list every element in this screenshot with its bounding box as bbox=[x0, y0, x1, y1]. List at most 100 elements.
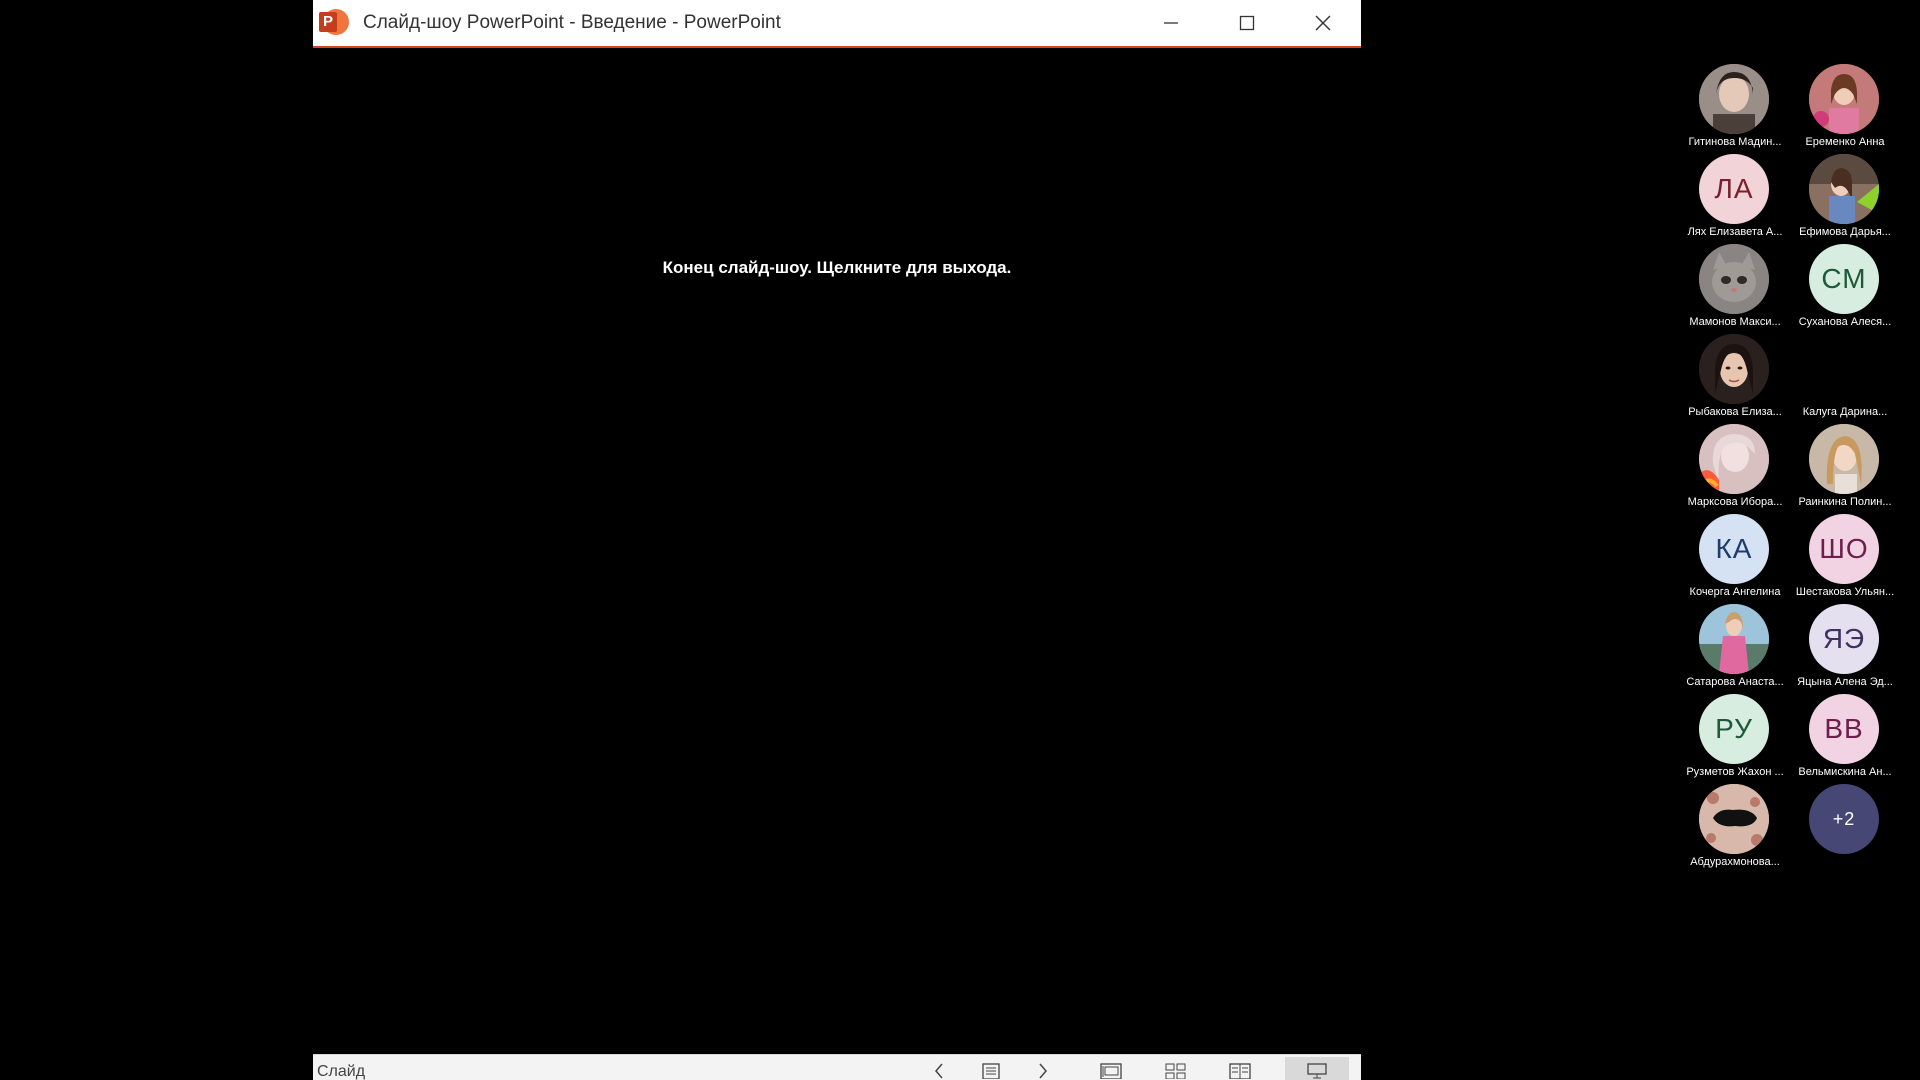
avatar-initials: РУ bbox=[1699, 694, 1769, 764]
participant-name: Кочерга Ангелина bbox=[1689, 586, 1781, 598]
avatar-initials: ЛА bbox=[1699, 154, 1769, 224]
participant-name: Рыбакова Елиза... bbox=[1688, 406, 1782, 418]
participant-name: Шестакова Ульян... bbox=[1795, 586, 1895, 598]
avatar-initials: СМ bbox=[1809, 244, 1879, 314]
participant-tile[interactable]: Рыбакова Елиза... bbox=[1680, 328, 1790, 428]
powerpoint-window: P Слайд-шоу PowerPoint - Введение - Powe… bbox=[313, 0, 1361, 1080]
slide-sorter-button[interactable] bbox=[1156, 1057, 1196, 1080]
more-participants-tile[interactable]: +2 bbox=[1790, 778, 1900, 878]
avatar-initials-text: КА bbox=[1715, 533, 1753, 564]
window-controls bbox=[1133, 0, 1361, 46]
avatar-photo bbox=[1699, 424, 1769, 494]
participant-tile[interactable]: Еременко Анна bbox=[1790, 58, 1900, 158]
participant-tile[interactable]: КА Кочерга Ангелина bbox=[1680, 508, 1790, 608]
minimize-icon bbox=[1164, 22, 1178, 24]
avatar-initials: ЯЭ bbox=[1809, 604, 1879, 674]
reading-view-button[interactable] bbox=[1220, 1057, 1260, 1080]
avatar bbox=[1809, 154, 1879, 224]
participant-name: Гитинова Мадин... bbox=[1688, 136, 1782, 148]
avatar bbox=[1699, 334, 1769, 404]
participant-tile[interactable]: РУ Рузметов Жахон ... bbox=[1680, 688, 1790, 788]
avatar-photo bbox=[1699, 784, 1769, 854]
participant-tile[interactable]: Сатарова Анаста... bbox=[1680, 598, 1790, 698]
status-bar: Слайд bbox=[313, 1054, 1361, 1080]
participant-tile[interactable]: ШО Шестакова Ульян... bbox=[1790, 508, 1900, 608]
participant-name: Мамонов Макси... bbox=[1689, 316, 1781, 328]
previous-slide-button[interactable] bbox=[919, 1057, 959, 1080]
close-icon bbox=[1315, 15, 1331, 31]
participant-name: Яцына Алена Эд... bbox=[1797, 676, 1893, 688]
avatar bbox=[1699, 604, 1769, 674]
avatar bbox=[1699, 244, 1769, 314]
status-slide-label: Слайд bbox=[317, 1063, 366, 1080]
window-title: Слайд-шоу PowerPoint - Введение - PowerP… bbox=[363, 12, 781, 33]
avatar-initials: КА bbox=[1699, 514, 1769, 584]
avatar-initials-text: РУ bbox=[1715, 713, 1753, 744]
reading-view-icon bbox=[1229, 1063, 1251, 1079]
avatar bbox=[1809, 64, 1879, 134]
avatar-photo bbox=[1699, 244, 1769, 314]
participant-tile[interactable]: Гитинова Мадин... bbox=[1680, 58, 1790, 158]
participant-tile[interactable]: ЯЭ Яцына Алена Эд... bbox=[1790, 598, 1900, 698]
chevron-right-icon bbox=[1039, 1063, 1047, 1079]
notes-icon bbox=[982, 1063, 1000, 1079]
participant-name: Сатарова Анаста... bbox=[1686, 676, 1784, 688]
avatar-empty bbox=[1809, 334, 1879, 404]
participant-name: Абдурахмонова... bbox=[1690, 856, 1780, 868]
participant-name: Вельмискина Ан... bbox=[1798, 766, 1892, 778]
participant-name: Еременко Анна bbox=[1805, 136, 1885, 148]
normal-view-button[interactable] bbox=[1091, 1057, 1131, 1080]
participant-tile[interactable]: ЛА Лях Елизавета А... bbox=[1680, 148, 1790, 248]
end-of-slideshow-message: Конец слайд-шоу. Щелкните для выхода. bbox=[662, 258, 1012, 277]
participant-name: Лях Елизавета А... bbox=[1687, 226, 1783, 238]
participant-name: Раинкина Полин... bbox=[1798, 496, 1892, 508]
more-participants-avatar[interactable]: +2 bbox=[1809, 784, 1879, 854]
normal-view-icon bbox=[1100, 1063, 1122, 1079]
avatar bbox=[1809, 424, 1879, 494]
avatar-initials: ВВ bbox=[1809, 694, 1879, 764]
avatar-initials-text: СМ bbox=[1821, 263, 1867, 294]
next-slide-button[interactable] bbox=[1023, 1057, 1063, 1080]
avatar-photo bbox=[1699, 64, 1769, 134]
participant-tile[interactable]: Раинкина Полин... bbox=[1790, 418, 1900, 518]
slideshow-view-button[interactable] bbox=[1285, 1057, 1349, 1080]
slideshow-icon bbox=[1307, 1063, 1327, 1079]
avatar-photo bbox=[1809, 154, 1879, 224]
maximize-icon bbox=[1239, 15, 1255, 31]
participant-tile[interactable]: Абдурахмонова... bbox=[1680, 778, 1790, 878]
avatar bbox=[1699, 424, 1769, 494]
participant-tile[interactable]: Калуга Дарина... bbox=[1790, 328, 1900, 428]
avatar bbox=[1699, 784, 1769, 854]
more-participants-count: +2 bbox=[1832, 808, 1856, 829]
avatar-photo bbox=[1699, 334, 1769, 404]
participant-tile[interactable]: Ефимова Дарья... bbox=[1790, 148, 1900, 248]
minimize-button[interactable] bbox=[1133, 0, 1209, 46]
participant-tile[interactable]: Марксова Ибора... bbox=[1680, 418, 1790, 518]
avatar-photo bbox=[1699, 604, 1769, 674]
title-bar[interactable]: P Слайд-шоу PowerPoint - Введение - Powe… bbox=[313, 0, 1361, 48]
notes-button[interactable] bbox=[971, 1057, 1011, 1080]
slide-area[interactable]: Конец слайд-шоу. Щелкните для выхода. bbox=[313, 48, 1361, 1054]
powerpoint-icon-letter: P bbox=[319, 12, 337, 32]
participant-tile[interactable]: СМ Суханова Алеся... bbox=[1790, 238, 1900, 338]
avatar bbox=[1699, 64, 1769, 134]
close-button[interactable] bbox=[1285, 0, 1361, 46]
slide-sorter-icon bbox=[1165, 1063, 1186, 1079]
avatar-photo bbox=[1809, 64, 1879, 134]
avatar-initials-text: ВВ bbox=[1824, 713, 1864, 744]
avatar-initials: ШО bbox=[1809, 514, 1879, 584]
powerpoint-icon: P bbox=[319, 8, 349, 38]
participant-name: Калуга Дарина... bbox=[1802, 406, 1888, 418]
participant-name: Ефимова Дарья... bbox=[1799, 226, 1891, 238]
avatar-initials-text: ШО bbox=[1819, 533, 1869, 564]
participant-tile[interactable]: ВВ Вельмискина Ан... bbox=[1790, 688, 1900, 788]
screen: P Слайд-шоу PowerPoint - Введение - Powe… bbox=[0, 0, 1920, 1080]
maximize-button[interactable] bbox=[1209, 0, 1285, 46]
participant-name: Марксова Ибора... bbox=[1687, 496, 1783, 508]
participant-name: Суханова Алеся... bbox=[1798, 316, 1892, 328]
participant-tile[interactable]: Мамонов Макси... bbox=[1680, 238, 1790, 338]
avatar-photo bbox=[1809, 424, 1879, 494]
avatar-initials-text: ЛА bbox=[1714, 173, 1754, 204]
participant-name: Рузметов Жахон ... bbox=[1686, 766, 1784, 778]
avatar-initials-text: ЯЭ bbox=[1822, 623, 1866, 654]
